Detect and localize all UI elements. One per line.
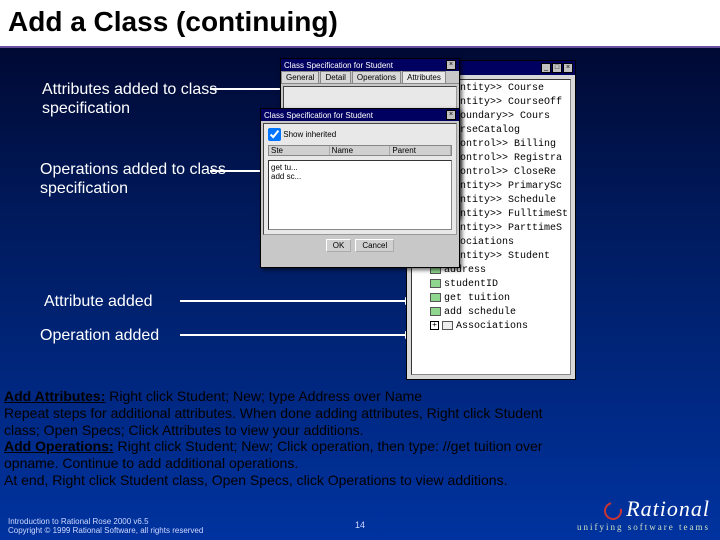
- spec1-tabs: General Detail Operations Attributes: [281, 71, 459, 84]
- instruction-text: At end, Right click Student class, Open …: [4, 472, 716, 489]
- instruction-text: opname. Continue to add additional opera…: [4, 455, 716, 472]
- instruction-text: Right click Student; New; type Address o…: [105, 388, 422, 404]
- callout-operations: Operations added to class specification: [40, 160, 230, 198]
- tree-subitem[interactable]: studentID: [444, 279, 498, 290]
- tree-item[interactable]: <<entity>> ParttimeS: [442, 223, 562, 234]
- callout-operation-single: Operation added: [40, 326, 159, 345]
- class-spec-dialog-front: Class Specification for Student × Show i…: [260, 108, 460, 268]
- leader-operations: [210, 170, 260, 172]
- cancel-button[interactable]: Cancel: [355, 239, 394, 252]
- callout-attribute-single: Attribute added: [44, 292, 153, 311]
- leader-operation: [180, 334, 405, 336]
- leader-attribute: [180, 300, 405, 302]
- tree-item[interactable]: <<entity>> FulltimeSt: [442, 209, 568, 220]
- tree-subitem[interactable]: Associations: [456, 321, 528, 332]
- logo-tagline: unifying software teams: [577, 522, 710, 532]
- spec2-titlebar: Class Specification for Student ×: [261, 109, 459, 121]
- instruction-text: Repeat steps for additional attributes. …: [4, 405, 716, 422]
- leader-attributes: [210, 88, 280, 90]
- close-icon[interactable]: ×: [563, 63, 573, 73]
- footer-line2: Copyright © 1999 Rational Software, all …: [8, 526, 203, 536]
- instructions-block: Add Attributes: Right click Student; New…: [0, 388, 720, 489]
- minimize-icon[interactable]: _: [541, 63, 551, 73]
- spec2-body: Show inherited Ste Name Parent get tu...…: [263, 123, 457, 235]
- slide-title: Add a Class (continuing): [0, 0, 720, 48]
- tree-subitem[interactable]: add schedule: [444, 307, 516, 318]
- operations-listbox[interactable]: get tu... add sc...: [268, 160, 452, 230]
- tree-item[interactable]: <<entity>> PrimarySc: [442, 181, 562, 192]
- show-inherited-checkbox[interactable]: Show inherited: [268, 130, 336, 139]
- logo: Rational unifying software teams: [577, 496, 710, 532]
- tab-active[interactable]: Attributes: [402, 71, 446, 83]
- page-number: 14: [355, 520, 365, 530]
- instruction-text: class; Open Specs; Click Attributes to v…: [4, 422, 716, 439]
- tab[interactable]: Detail: [320, 71, 350, 83]
- checkbox-label: Show inherited: [283, 130, 336, 139]
- tab[interactable]: Operations: [352, 71, 401, 83]
- heading-add-attributes: Add Attributes:: [4, 388, 105, 404]
- list-header: Ste Name Parent: [268, 145, 452, 156]
- col-header[interactable]: Name: [330, 146, 391, 155]
- tree-item[interactable]: <<control>> Registra: [442, 153, 562, 164]
- logo-brand: Rational: [626, 496, 710, 521]
- footer: Introduction to Rational Rose 2000 v6.5 …: [8, 517, 203, 536]
- tree-subitem[interactable]: get tuition: [444, 293, 510, 304]
- maximize-icon[interactable]: □: [552, 63, 562, 73]
- col-header[interactable]: Parent: [390, 146, 451, 155]
- close-icon[interactable]: ×: [446, 60, 456, 70]
- ok-button[interactable]: OK: [326, 239, 352, 252]
- callout-attributes: Attributes added to class specification: [42, 80, 222, 118]
- col-header[interactable]: Ste: [269, 146, 330, 155]
- list-item[interactable]: get tu...: [271, 163, 449, 172]
- heading-add-operations: Add Operations:: [4, 438, 114, 454]
- dialog-title: Class Specification for Student: [264, 111, 373, 120]
- footer-line1: Introduction to Rational Rose 2000 v6.5: [8, 517, 203, 527]
- list-item[interactable]: add sc...: [271, 172, 449, 181]
- tab[interactable]: General: [281, 71, 319, 83]
- spec1-titlebar: Class Specification for Student ×: [281, 59, 459, 71]
- instruction-text: Right click Student; New; Click operatio…: [114, 438, 543, 454]
- tree-item[interactable]: <<entity>> CourseOff: [442, 97, 562, 108]
- logo-swirl-icon: [601, 499, 626, 524]
- dialog-title: Class Specification for Student: [284, 61, 393, 70]
- close-icon[interactable]: ×: [446, 110, 456, 120]
